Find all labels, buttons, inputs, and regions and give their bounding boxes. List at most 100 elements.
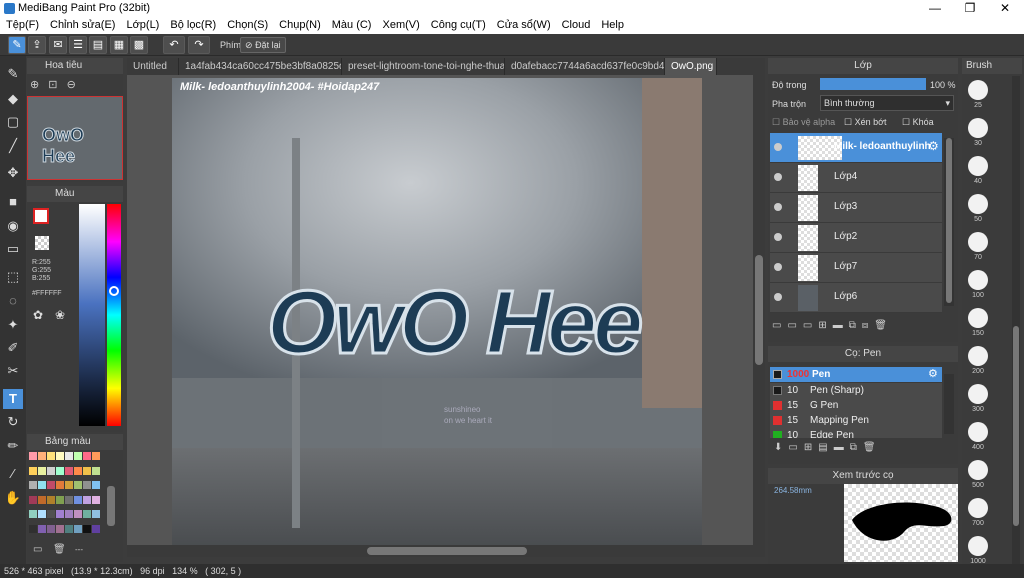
layer-row-4[interactable]: Lớp4 [770, 163, 942, 193]
brush-settings-gear-icon[interactable]: ⚙ [928, 367, 938, 382]
palette-swatch[interactable] [38, 452, 46, 460]
palette-scrollbar[interactable] [107, 486, 115, 526]
canvas-vscroll-thumb[interactable] [755, 255, 763, 365]
operation-tool-icon[interactable]: ↻ [3, 412, 23, 432]
brush-tool-icon[interactable]: ✎ [3, 64, 23, 84]
brush-size-preset[interactable] [968, 384, 988, 404]
menu-layer[interactable]: Lớp(L) [120, 17, 164, 34]
redo-icon[interactable]: ↷ [188, 36, 210, 54]
brush-size-preset[interactable] [968, 156, 988, 176]
menu-view[interactable]: Xem(V) [376, 17, 424, 34]
panel-icon[interactable]: ▦ [110, 36, 128, 54]
share-icon[interactable]: ⇪ [28, 36, 46, 54]
reset-button[interactable]: ⊘ Đặt lại [240, 37, 286, 53]
brush-size-preset[interactable] [968, 498, 988, 518]
canvas-hscroll[interactable] [127, 545, 765, 557]
lock-checkbox[interactable]: ☐ Khóa [902, 117, 934, 128]
select-rect-tool-icon[interactable]: ⬚ [3, 267, 23, 287]
zoom-fit-icon[interactable]: ⊡ [48, 79, 57, 91]
new-layer-8bit-icon[interactable]: ▭ [787, 320, 802, 331]
palette-swatch[interactable] [83, 510, 91, 518]
palette-swatch[interactable] [56, 452, 64, 460]
palette-swatch[interactable] [74, 510, 82, 518]
palette-add-icon[interactable]: ▭ [33, 544, 42, 555]
canvas-vscroll[interactable] [753, 75, 765, 545]
palette-swatch[interactable] [29, 524, 37, 533]
line-tool-icon[interactable]: ╱ [3, 136, 23, 156]
visibility-eye-icon[interactable] [774, 143, 782, 151]
tab-untitled[interactable]: Untitled [127, 58, 179, 75]
hue-slider-handle[interactable] [109, 286, 119, 296]
brush-size-preset[interactable] [968, 536, 988, 556]
text-tool-icon[interactable]: T [3, 389, 23, 409]
brush-row-edge-pen[interactable]: 10 Edge Pen [770, 428, 942, 438]
brush-size-preset[interactable] [968, 194, 988, 214]
palette-swatch[interactable] [92, 466, 100, 475]
brush-row-pen[interactable]: 1000 Pen ⚙ [770, 367, 942, 382]
add-layer-menu-icon[interactable]: ⊞ [818, 320, 832, 331]
eyedropper-tool-icon[interactable]: ⁄ [3, 464, 23, 484]
menu-window[interactable]: Cửa sổ(W) [491, 17, 556, 34]
menu-filter[interactable]: Bộ lọc(R) [164, 17, 221, 34]
palette-swatch[interactable] [29, 466, 37, 475]
fill-rect-tool-icon[interactable]: ■ [3, 192, 23, 212]
new-layer-icon[interactable]: ▭ [772, 320, 787, 331]
palette-swatch[interactable] [56, 481, 64, 489]
gradient-tool-icon[interactable]: ▭ [3, 239, 23, 259]
page-icon[interactable]: ▤ [89, 36, 107, 54]
tab-image-2[interactable]: preset-lightroom-tone-toi-nghe-thuat-5.j… [342, 58, 505, 75]
palette-delete-icon[interactable]: 🗑 [53, 544, 66, 555]
brush-row-mapping-pen[interactable]: 15 Mapping Pen [770, 413, 942, 428]
clip-checkbox[interactable]: ☐ Xén bớt [844, 117, 887, 128]
palette-swatch[interactable] [38, 466, 46, 475]
palette-swatch[interactable] [65, 524, 73, 533]
palette-swatch[interactable] [74, 452, 82, 460]
palette-swatch[interactable] [56, 524, 64, 533]
brush-row-g-pen[interactable]: 15 G Pen [770, 398, 942, 413]
primary-color-swatch[interactable] [33, 208, 49, 224]
new-layer-1bit-icon[interactable]: ▭ [803, 320, 818, 331]
palette-swatch[interactable] [74, 481, 82, 489]
saturation-picker[interactable] [79, 204, 105, 426]
palette-swatch[interactable] [65, 452, 73, 460]
brush-download-icon[interactable]: ⬇ [774, 442, 788, 453]
brush-size-preset[interactable] [968, 270, 988, 290]
blend-select[interactable]: Bình thường ▾ [820, 95, 954, 111]
brush-copy-icon[interactable]: ⧉ [850, 442, 863, 453]
palette-swatch[interactable] [65, 495, 73, 504]
rectangle-tool-icon[interactable]: ▢ [3, 112, 23, 132]
tab-owo[interactable]: OwO.png [665, 58, 717, 75]
palette-swatch[interactable] [47, 466, 55, 475]
palette-swatch[interactable] [29, 510, 37, 518]
palette-swatch[interactable] [65, 481, 73, 489]
palette-swatch[interactable] [74, 524, 82, 533]
opacity-slider[interactable] [820, 78, 926, 90]
folder-icon[interactable]: ▬ [833, 320, 849, 331]
palette-swatch[interactable] [92, 481, 100, 489]
brush-scrollbar[interactable] [944, 374, 954, 434]
hue-slider[interactable] [107, 204, 121, 426]
close-button[interactable]: ✕ [988, 0, 1022, 17]
magic-wand-tool-icon[interactable]: ✦ [3, 315, 23, 335]
layer-row-6[interactable]: Lớp6 [770, 283, 942, 313]
chat-icon[interactable]: ☰ [69, 36, 87, 54]
palette-swatch[interactable] [29, 481, 37, 489]
brush-size-scrollbar-thumb[interactable] [1013, 326, 1019, 526]
brush-row-pen-sharp[interactable]: 10 Pen (Sharp) [770, 383, 942, 398]
layer-row-milk[interactable]: Milk- ledoanthuylinh ⚙ [770, 133, 942, 163]
palette-swatch[interactable] [92, 510, 100, 518]
palette-swatch[interactable] [38, 495, 46, 504]
protect-alpha-checkbox[interactable]: ☐ Bảo vệ alpha [772, 117, 835, 128]
palette-swatch[interactable] [83, 466, 91, 475]
merge-layer-icon[interactable]: ⧈ [862, 320, 874, 331]
visibility-eye-icon[interactable] [774, 203, 782, 211]
palette-swatch[interactable] [47, 481, 55, 489]
select-eraser-tool-icon[interactable]: ✂ [3, 361, 23, 381]
comment-icon[interactable]: ✉ [49, 36, 67, 54]
palette-swatch[interactable] [92, 452, 100, 460]
palette-swatch[interactable] [38, 510, 46, 518]
layer-row-7[interactable]: Lớp7 [770, 253, 942, 283]
brush-size-preset[interactable] [968, 422, 988, 442]
delete-layer-icon[interactable]: 🗑 [874, 320, 893, 331]
brush-folder-icon[interactable]: ▬ [834, 442, 850, 453]
